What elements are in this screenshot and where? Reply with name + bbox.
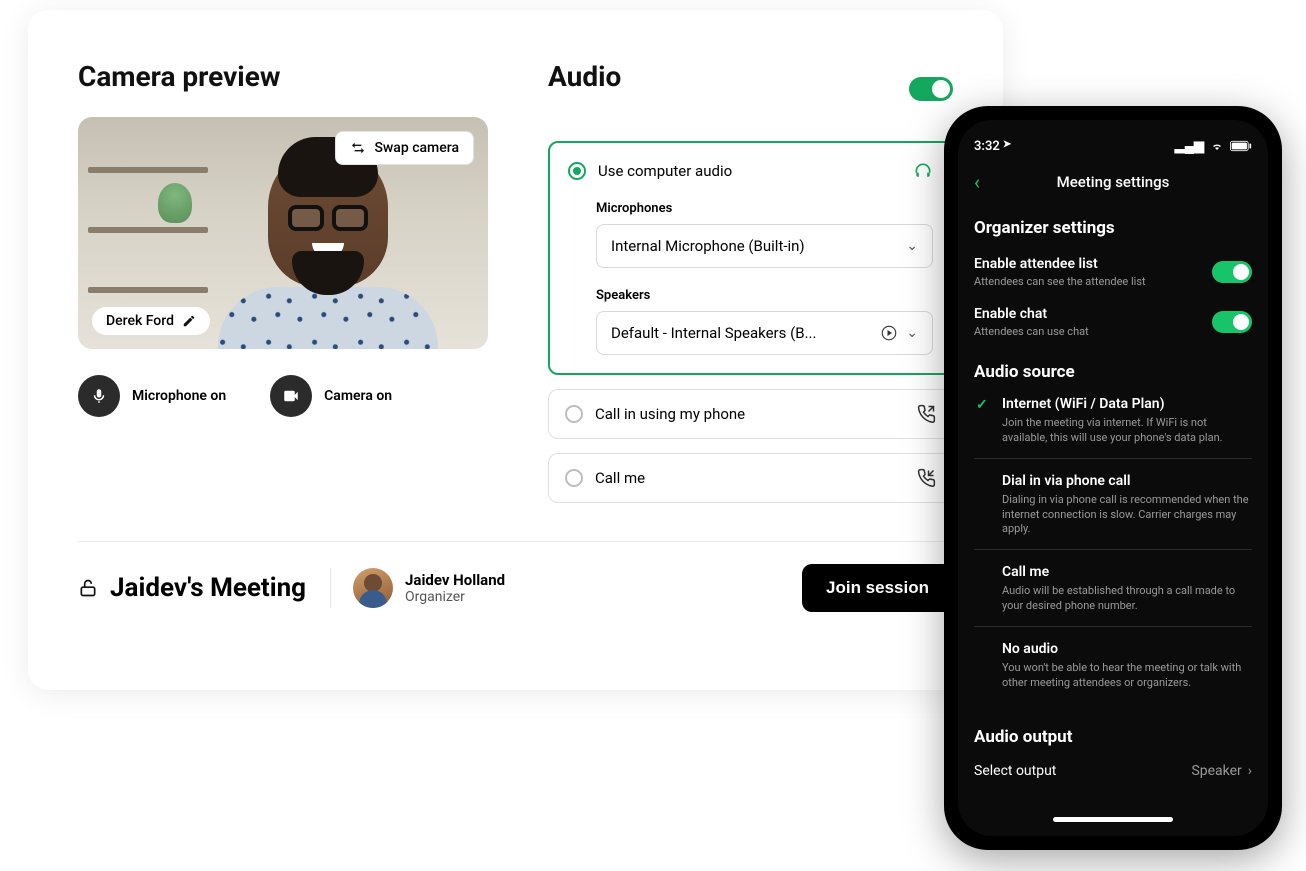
meeting-name: Jaidev's Meeting	[110, 573, 306, 603]
audio-output-title: Audio output	[974, 727, 1252, 747]
call-me-label: Call me	[595, 469, 645, 487]
display-name-chip[interactable]: Derek Ford	[92, 307, 210, 335]
radio-call-me[interactable]	[565, 469, 583, 487]
unlock-icon	[78, 577, 98, 599]
chevron-down-icon: ⌄	[906, 238, 918, 254]
join-session-button[interactable]: Join session	[802, 564, 953, 612]
enable-attendee-list-label: Enable attendee list	[974, 256, 1146, 272]
microphone-value: Internal Microphone (Built-in)	[611, 237, 805, 255]
audio-source-dialin[interactable]: Dial in via phone call Dialing in via ph…	[974, 459, 1252, 551]
phone-screen: 3:32➤ ▂▄▆ ‹ Meeting settings Organizer s…	[958, 120, 1268, 836]
radio-computer-audio[interactable]	[568, 162, 586, 180]
status-bar: 3:32➤ ▂▄▆	[974, 138, 1252, 154]
person-illustration	[198, 147, 458, 349]
computer-audio-card: Use computer audio Microphones Internal …	[548, 141, 953, 375]
call-in-option[interactable]: Call in using my phone	[548, 389, 953, 439]
audio-output-value: Speaker	[1191, 763, 1241, 779]
bg-shelf	[88, 227, 208, 233]
speaker-value: Default - Internal Speakers (B...	[611, 324, 816, 342]
bg-plant	[158, 183, 192, 223]
nav-title: Meeting settings	[974, 173, 1252, 191]
microphones-label: Microphones	[596, 201, 933, 216]
audio-output-label: Select output	[974, 763, 1056, 779]
device-controls: Microphone on Camera on	[78, 375, 488, 417]
audio-source-callme-desc: Audio will be established through a call…	[1002, 584, 1252, 614]
audio-source-dialin-desc: Dialing in via phone call is recommended…	[1002, 493, 1252, 538]
enable-chat-row[interactable]: Enable chat Attendees can use chat	[974, 306, 1252, 338]
organizer-avatar	[353, 568, 393, 608]
camera-column: Camera preview	[78, 60, 488, 503]
phone-in-icon	[916, 468, 936, 488]
status-time: 3:32➤	[974, 139, 1011, 154]
enable-attendee-list-desc: Attendees can see the attendee list	[974, 275, 1146, 288]
play-test-icon[interactable]	[880, 324, 898, 342]
radio-computer-audio-label: Use computer audio	[598, 162, 732, 180]
organizer-block: Jaidev Holland Organizer	[330, 568, 505, 608]
swap-camera-button[interactable]: Swap camera	[335, 131, 474, 165]
phone-mockup: 3:32➤ ▂▄▆ ‹ Meeting settings Organizer s…	[944, 106, 1282, 850]
chevron-down-icon: ⌄	[906, 325, 918, 341]
audio-source-callme[interactable]: Call me Audio will be established throug…	[974, 550, 1252, 627]
meeting-footer: Jaidev's Meeting Jaidev Holland Organize…	[78, 564, 953, 612]
audio-master-toggle[interactable]	[909, 77, 953, 101]
camera-control[interactable]: Camera on	[270, 375, 392, 417]
microphone-select[interactable]: Internal Microphone (Built-in) ⌄	[596, 224, 933, 268]
bg-shelf	[88, 167, 208, 173]
organizer-name: Jaidev Holland	[405, 571, 505, 589]
microphone-label: Microphone on	[132, 388, 226, 404]
enable-chat-toggle[interactable]	[1212, 311, 1252, 333]
battery-icon	[1230, 140, 1252, 152]
wifi-icon	[1210, 140, 1224, 152]
meeting-setup-card: Camera preview	[28, 10, 1003, 690]
audio-source-internet-desc: Join the meeting via internet. If WiFi i…	[1002, 416, 1252, 446]
audio-source-internet-title: Internet (WiFi / Data Plan)	[1002, 396, 1252, 412]
audio-output-row[interactable]: Select output Speaker ›	[974, 763, 1252, 779]
camera-icon	[270, 375, 312, 417]
phone-out-icon	[916, 404, 936, 424]
audio-source-dialin-title: Dial in via phone call	[1002, 473, 1252, 489]
audio-column: Audio Use computer audio Microphones	[548, 60, 953, 503]
chevron-right-icon: ›	[1248, 763, 1252, 779]
microphone-control[interactable]: Microphone on	[78, 375, 226, 417]
speakers-label: Speakers	[596, 288, 933, 303]
edit-icon	[182, 314, 196, 328]
swap-camera-label: Swap camera	[374, 140, 459, 156]
camera-preview-title: Camera preview	[78, 60, 488, 93]
headset-icon	[913, 161, 933, 181]
enable-attendee-list-toggle[interactable]	[1212, 261, 1252, 283]
audio-source-callme-title: Call me	[1002, 564, 1252, 580]
radio-call-in[interactable]	[565, 405, 583, 423]
audio-source-internet[interactable]: Internet (WiFi / Data Plan) Join the mee…	[974, 382, 1252, 459]
bg-shelf	[88, 287, 208, 293]
speaker-select[interactable]: Default - Internal Speakers (B... ⌄	[596, 311, 933, 355]
audio-source-title: Audio source	[974, 362, 1252, 382]
enable-attendee-list-row[interactable]: Enable attendee list Attendees can see t…	[974, 256, 1252, 288]
home-indicator	[1053, 817, 1173, 822]
audio-source-noaudio[interactable]: No audio You won't be able to hear the m…	[974, 627, 1252, 703]
enable-chat-desc: Attendees can use chat	[974, 325, 1089, 338]
camera-label: Camera on	[324, 388, 392, 404]
microphone-icon	[78, 375, 120, 417]
audio-source-noaudio-title: No audio	[1002, 641, 1252, 657]
audio-title: Audio	[548, 60, 621, 93]
organizer-role: Organizer	[405, 589, 505, 605]
divider	[78, 541, 953, 542]
enable-chat-label: Enable chat	[974, 306, 1089, 322]
audio-source-noaudio-desc: You won't be able to hear the meeting or…	[1002, 661, 1252, 691]
call-in-label: Call in using my phone	[595, 405, 745, 423]
camera-preview: Swap camera Derek Ford	[78, 117, 488, 349]
call-me-option[interactable]: Call me	[548, 453, 953, 503]
organizer-settings-title: Organizer settings	[974, 218, 1252, 238]
display-name-text: Derek Ford	[106, 313, 174, 329]
swap-icon	[350, 140, 366, 156]
signal-icon: ▂▄▆	[1175, 138, 1204, 154]
